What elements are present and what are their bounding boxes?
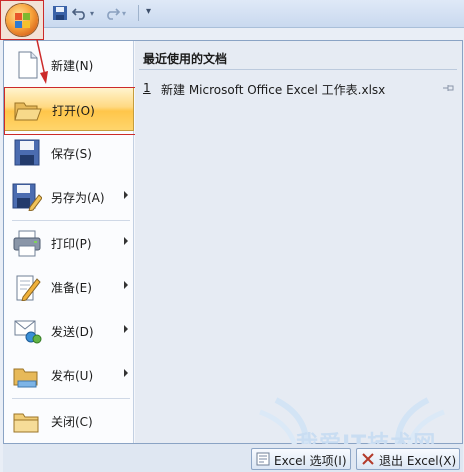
save-icon[interactable] [52, 6, 68, 20]
exit-excel-label: 退出 Excel(X) [379, 454, 457, 468]
redo-dropdown-icon[interactable]: ▾ [122, 9, 126, 18]
menu-item-publish[interactable]: 发布(U) [4, 353, 134, 397]
recent-documents-title: 最近使用的文档 [143, 52, 228, 66]
menu-item-label: 发布(U) [51, 369, 94, 383]
office-button[interactable] [0, 0, 44, 40]
recent-document-item[interactable]: 1 新建 Microsoft Office Excel 工作表.xlsx [143, 80, 455, 98]
menu-item-open[interactable]: 打开(O) [4, 87, 136, 135]
menu-item-print[interactable]: 打印(P) [4, 221, 134, 265]
office-menu: 新建(N) 打开(O) 保存(S) 另存为(A) 打印(P) 准备(E) 发送(… [3, 40, 463, 444]
submenu-arrow-icon [124, 237, 128, 245]
exit-icon [362, 453, 374, 465]
excel-options-button[interactable]: Excel 选项(I) [251, 448, 351, 470]
publish-icon [13, 368, 38, 388]
menu-item-label: 发送(D) [51, 325, 94, 339]
recent-documents-panel: 最近使用的文档 1 新建 Microsoft Office Excel 工作表.… [135, 41, 462, 443]
submenu-arrow-icon [124, 281, 128, 289]
recent-document-name: 新建 Microsoft Office Excel 工作表.xlsx [161, 83, 386, 97]
menu-item-label: 准备(E) [51, 281, 92, 295]
redo-icon[interactable] [104, 6, 120, 20]
menu-item-new[interactable]: 新建(N) [4, 43, 134, 87]
prepare-pencil-icon [16, 275, 41, 301]
pin-icon[interactable] [443, 83, 455, 93]
menu-footer: Excel 选项(I) 退出 Excel(X) [3, 444, 463, 472]
open-folder-icon [14, 102, 42, 121]
recent-document-number: 1 [143, 81, 151, 95]
recent-divider [139, 69, 457, 70]
menu-item-label: 新建(N) [51, 59, 94, 73]
office-button-icon [6, 4, 38, 36]
send-icon [14, 320, 42, 344]
menu-item-save-as[interactable]: 另存为(A) [4, 175, 134, 219]
undo-icon[interactable] [72, 6, 88, 20]
menu-item-label: 另存为(A) [51, 191, 105, 205]
save-disk-icon [14, 139, 40, 166]
menu-item-label: 打开(O) [52, 104, 95, 118]
printer-icon [13, 230, 41, 257]
menu-item-send[interactable]: 发送(D) [4, 309, 134, 353]
options-icon [256, 452, 270, 466]
menu-item-prepare[interactable]: 准备(E) [4, 265, 134, 309]
menu-item-close[interactable]: 关闭(C) [4, 399, 134, 443]
menu-item-label: 打印(P) [51, 237, 92, 251]
undo-dropdown-icon[interactable]: ▾ [90, 9, 94, 18]
customize-icon[interactable]: ▾ [146, 6, 151, 17]
menu-item-label: 关闭(C) [51, 415, 93, 429]
menu-item-label: 保存(S) [51, 147, 92, 161]
menu-item-save[interactable]: 保存(S) [4, 131, 134, 175]
submenu-arrow-icon [124, 369, 128, 377]
menu-commands: 新建(N) 打开(O) 保存(S) 另存为(A) 打印(P) 准备(E) 发送(… [4, 41, 136, 443]
submenu-arrow-icon [124, 191, 128, 199]
close-folder-icon [13, 413, 39, 433]
quick-access-toolbar: ▾ ▾ ▾ [0, 0, 464, 28]
toolbar-separator [138, 5, 139, 21]
save-as-icon [12, 183, 42, 211]
submenu-arrow-icon [124, 325, 128, 333]
excel-options-label: Excel 选项(I) [274, 454, 347, 468]
exit-excel-button[interactable]: 退出 Excel(X) [356, 448, 460, 470]
annotation-arrow [36, 40, 48, 84]
